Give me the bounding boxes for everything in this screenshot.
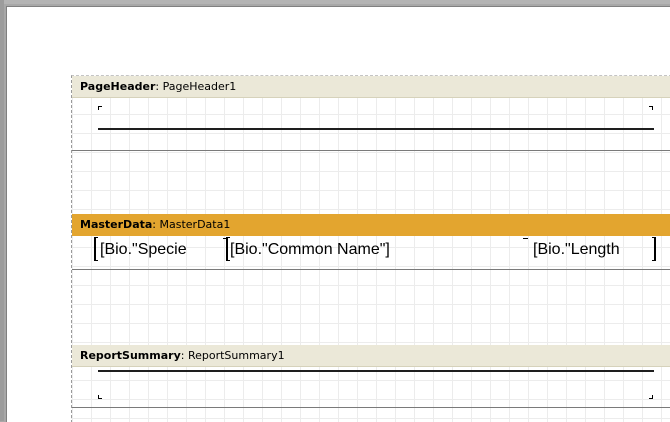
selection-corner-bottom-right [649, 395, 653, 399]
field-length-right-edge [652, 237, 656, 261]
report-summary-band-type: ReportSummary [80, 349, 181, 362]
field-common-name[interactable]: [Bio."Common Name"] [226, 239, 466, 261]
field-length[interactable]: [Bio."Length [529, 239, 655, 261]
page-header-band-type: PageHeader [80, 80, 156, 93]
field-specie[interactable]: [Bio."Specie [96, 239, 228, 261]
page-header-band-name: : PageHeader1 [155, 80, 237, 93]
page-header-line[interactable] [98, 128, 654, 130]
master-data-band-type: MasterData [80, 218, 153, 231]
report-summary-band-title[interactable]: ReportSummary: ReportSummary1 [72, 345, 670, 367]
window-frame-left [0, 0, 4, 421]
master-data-band-title[interactable]: MasterData: MasterData1 [72, 214, 670, 236]
selection-corner-top-left [98, 106, 102, 110]
report-summary-band-name: : ReportSummary1 [180, 349, 285, 362]
selection-corner-bottom-left [98, 395, 102, 399]
report-page[interactable]: PageHeader: PageHeader1 MasterData: Mast… [71, 75, 670, 422]
master-data-band-name: : MasterData1 [152, 218, 231, 231]
page-header-band[interactable] [72, 98, 670, 151]
report-summary-line[interactable] [98, 370, 654, 372]
page-header-band-title[interactable]: PageHeader: PageHeader1 [72, 76, 670, 98]
field-length-left-tick [523, 238, 528, 242]
master-data-band[interactable]: [Bio."Specie [Bio."Common Name"] [Bio."L… [72, 236, 670, 270]
window-frame-top [0, 0, 670, 4]
report-summary-band[interactable] [72, 367, 670, 408]
selection-corner-top-right [649, 106, 653, 110]
report-designer-canvas[interactable]: PageHeader: PageHeader1 MasterData: Mast… [6, 6, 670, 422]
